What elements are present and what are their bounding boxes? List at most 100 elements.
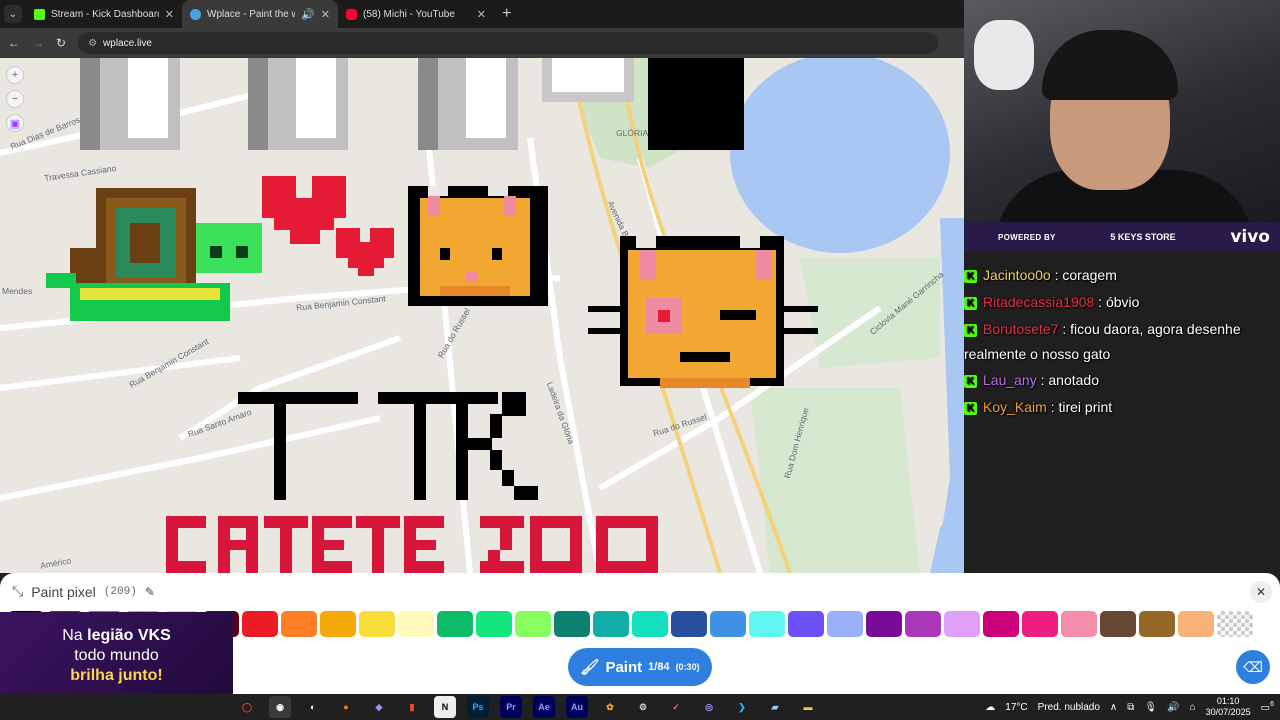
network-icon[interactable]: ⧉ [1127, 702, 1134, 713]
opera-icon[interactable]: ◯ [236, 696, 258, 718]
obs-icon[interactable]: ◐ [302, 696, 324, 718]
wifi-icon[interactable]: ⌂ [1190, 702, 1196, 713]
address-bar[interactable]: ⚙ wplace.live [78, 32, 939, 54]
color-swatch[interactable] [749, 611, 785, 637]
color-swatch[interactable] [671, 611, 707, 637]
promo-line-3: brilha junto! [70, 667, 163, 684]
chat-username: Jacintoo0o [983, 267, 1051, 283]
notion-icon[interactable]: N [434, 696, 456, 718]
color-swatch[interactable] [788, 611, 824, 637]
kick-badge-icon: K [964, 296, 977, 310]
powered-by-label: POWERED BY [998, 232, 1056, 242]
color-swatch[interactable] [476, 611, 512, 637]
after-effects-icon[interactable]: Ae [533, 696, 555, 718]
close-icon[interactable]: ✕ [321, 8, 330, 21]
color-swatch[interactable] [437, 611, 473, 637]
back-icon[interactable]: ← [8, 36, 20, 50]
color-swatch[interactable] [905, 611, 941, 637]
color-swatch[interactable] [398, 611, 434, 637]
map-left-controls: + − ▣ [6, 66, 24, 132]
media-icon[interactable]: ✓ [665, 696, 687, 718]
firefox-icon[interactable]: ● [335, 696, 357, 718]
close-icon[interactable]: ✕ [165, 8, 174, 21]
zoom-out-button[interactable]: − [6, 90, 24, 108]
tab-youtube[interactable]: (58) Michi - YouTube ✕ [338, 0, 494, 28]
zoom-in-button[interactable]: + [6, 66, 24, 84]
mic-icon[interactable]: 🎙 [1144, 702, 1157, 713]
vscode-icon[interactable]: ❯ [731, 696, 753, 718]
color-swatch[interactable] [359, 611, 395, 637]
steam-icon[interactable]: ⚙ [632, 696, 654, 718]
color-swatch[interactable] [1061, 611, 1097, 637]
volume-icon[interactable]: 🔊 [1167, 702, 1179, 713]
clock[interactable]: 01:10 30/07/2025 [1206, 696, 1251, 718]
url-text: wplace.live [103, 37, 152, 49]
color-swatch[interactable] [1100, 611, 1136, 637]
paint-button[interactable]: 🖌 Paint 1/84 (0:30) [568, 648, 712, 686]
reload-icon[interactable]: ↻ [56, 36, 66, 50]
pixel-cat-small [408, 186, 548, 306]
color-swatch[interactable] [827, 611, 863, 637]
chrome-icon[interactable]: ◉ [269, 696, 291, 718]
color-swatch[interactable] [242, 611, 278, 637]
file-explorer-icon[interactable]: ▬ [797, 696, 819, 718]
color-swatch[interactable] [1217, 611, 1253, 637]
notification-icon[interactable]: ▭6 [1261, 701, 1274, 713]
twitch-icon[interactable]: ▣ [6, 114, 24, 132]
app-circle-icon[interactable]: ◎ [698, 696, 720, 718]
panel-header: ⤡ Paint pixel (209) ✎ [12, 583, 155, 600]
speaker-icon[interactable]: 🔊 [301, 8, 315, 21]
promo-line-2: todo mundo [74, 647, 159, 664]
weather-desc: Pred. nublado [1037, 701, 1100, 713]
color-swatch[interactable] [1139, 611, 1175, 637]
fruit-app-icon[interactable]: ✿ [599, 696, 621, 718]
color-swatch[interactable] [710, 611, 746, 637]
chevron-up-icon[interactable]: ∧ [1110, 702, 1117, 713]
color-swatch[interactable] [983, 611, 1019, 637]
sponsor-bar: POWERED BY 5 KEYS STORE vivo [964, 222, 1280, 252]
new-tab-button[interactable]: + [494, 5, 519, 23]
premiere-icon[interactable]: Pr [500, 696, 522, 718]
chat-overlay: K Jacintoo0o : coragem K Ritadecassia1908 … [964, 252, 1280, 432]
color-swatch[interactable] [866, 611, 902, 637]
system-tray: ☁ 17°C Pred. nublado ∧ ⧉ 🎙 🔊 ⌂ 01:10 30/… [985, 694, 1274, 720]
pixel-text-ttk [238, 392, 538, 500]
forward-icon[interactable]: → [32, 36, 44, 50]
color-swatch[interactable] [632, 611, 668, 637]
weather-temp: 17°C [1005, 701, 1028, 713]
chat-text: óbvio [1105, 294, 1140, 310]
notes-app-icon[interactable]: ▰ [764, 696, 786, 718]
close-icon[interactable]: ✕ [477, 8, 486, 21]
pixel-text-catete-zoo [166, 516, 658, 573]
close-panel-button[interactable]: ✕ [1250, 581, 1272, 603]
tab-search-button[interactable]: ⌄ [4, 5, 22, 23]
color-swatch[interactable] [1022, 611, 1058, 637]
color-swatch[interactable] [944, 611, 980, 637]
eraser-button[interactable]: ⌫ [1236, 650, 1270, 684]
photoshop-icon[interactable]: Ps [467, 696, 489, 718]
pixel-art-layer [46, 58, 818, 573]
discord-icon[interactable]: ◆ [368, 696, 390, 718]
color-swatch[interactable] [320, 611, 356, 637]
paint-timer: (0:30) [675, 662, 700, 672]
color-swatch[interactable] [281, 611, 317, 637]
webcam-overlay [964, 0, 1280, 222]
wplace-map-canvas[interactable]: Rua Dias de Barros Travessa Cassiano Rua… [0, 58, 964, 573]
color-swatch[interactable] [515, 611, 551, 637]
weather-icon[interactable]: ☁ [985, 702, 995, 713]
tab-kick-dashboard[interactable]: Stream - Kick Dashboard ✕ [26, 0, 182, 28]
chat-message: K Lau_any : anotado [964, 367, 1280, 393]
tab-wplace[interactable]: Wplace - Paint the world 🔊 ✕ [182, 0, 338, 28]
tab-strip: ⌄ Stream - Kick Dashboard ✕ Wplace - Pai… [0, 0, 964, 28]
chat-message: K Ritadecassia1908 : óbvio [964, 289, 1280, 315]
panel-title: Paint pixel [31, 583, 96, 600]
color-swatch[interactable] [593, 611, 629, 637]
site-info-icon[interactable]: ⚙ [88, 38, 97, 49]
audition-icon[interactable]: Au [566, 696, 588, 718]
color-swatch[interactable] [554, 611, 590, 637]
figma-icon[interactable]: ▮ [401, 696, 423, 718]
color-swatch[interactable] [1178, 611, 1214, 637]
collapse-icon[interactable]: ⤡ [12, 583, 23, 600]
edit-pencil-icon[interactable]: ✎ [145, 585, 155, 599]
tab-title: Stream - Kick Dashboard [51, 8, 159, 20]
